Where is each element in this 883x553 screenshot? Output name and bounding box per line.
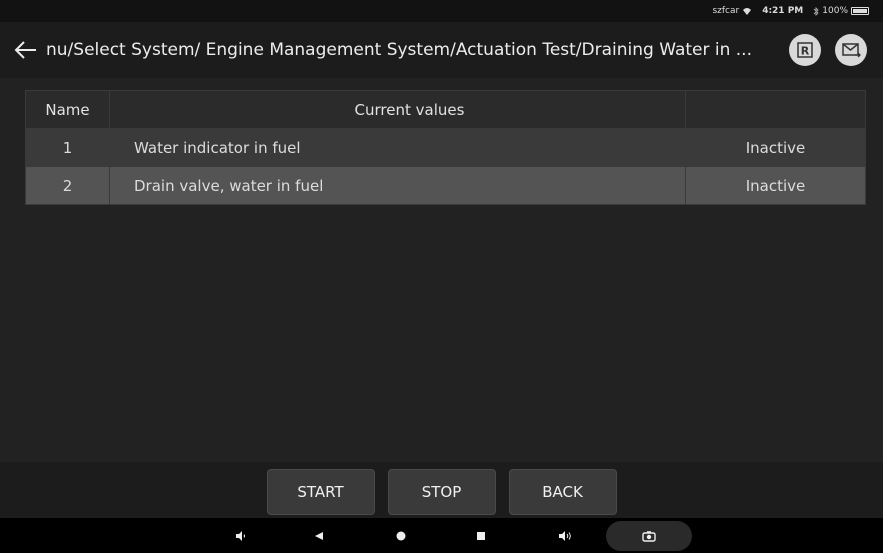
status-bar: szfcar 4:21 PM 100% (0, 0, 883, 22)
back-arrow-icon[interactable] (10, 34, 42, 66)
battery-percent: 100% (822, 6, 848, 16)
column-header-status (685, 90, 866, 129)
page-title: nu/Select System/ Engine Management Syst… (46, 40, 752, 60)
carrier-label: szfcar (712, 6, 740, 16)
values-table: Name Current values 1 Water indicator in… (25, 90, 866, 205)
table-row[interactable]: 1 Water indicator in fuel Inactive (25, 128, 866, 167)
camera-icon (642, 531, 656, 542)
home-circle-icon[interactable] (389, 518, 413, 553)
row-value: Water indicator in fuel (109, 128, 686, 167)
report-button[interactable]: R (789, 34, 821, 66)
volume-up-icon[interactable] (553, 518, 577, 553)
report-letter: R (801, 45, 810, 58)
battery-group: 100% (813, 6, 869, 16)
report-icon: R (797, 42, 813, 58)
back-button[interactable]: BACK (508, 469, 617, 515)
table-header-row: Name Current values (25, 90, 866, 129)
stop-button[interactable]: STOP (387, 469, 496, 515)
battery-icon (851, 7, 869, 15)
row-value: Drain valve, water in fuel (109, 166, 686, 205)
carrier-group: szfcar (712, 6, 752, 16)
back-triangle-icon[interactable] (307, 518, 331, 553)
start-button[interactable]: START (266, 469, 375, 515)
row-index: 2 (25, 166, 110, 205)
row-status: Inactive (685, 166, 866, 205)
bluetooth-icon (813, 6, 819, 16)
recents-square-icon[interactable] (469, 518, 493, 553)
wifi-icon (743, 7, 752, 15)
clock: 4:21 PM (762, 6, 804, 16)
volume-down-icon[interactable] (229, 518, 253, 553)
system-nav-bar (0, 518, 883, 553)
column-header-current-values: Current values (109, 90, 686, 129)
header-actions: R (789, 34, 867, 66)
header-bar: nu/Select System/ Engine Management Syst… (0, 22, 883, 78)
content-area: Name Current values 1 Water indicator in… (0, 78, 883, 462)
mail-button[interactable] (835, 34, 867, 66)
screenshot-button[interactable] (606, 521, 692, 551)
action-bar: START STOP BACK (0, 462, 883, 518)
mail-icon (842, 43, 861, 58)
row-status: Inactive (685, 128, 866, 167)
column-header-name: Name (25, 90, 110, 129)
table-row[interactable]: 2 Drain valve, water in fuel Inactive (25, 166, 866, 205)
row-index: 1 (25, 128, 110, 167)
